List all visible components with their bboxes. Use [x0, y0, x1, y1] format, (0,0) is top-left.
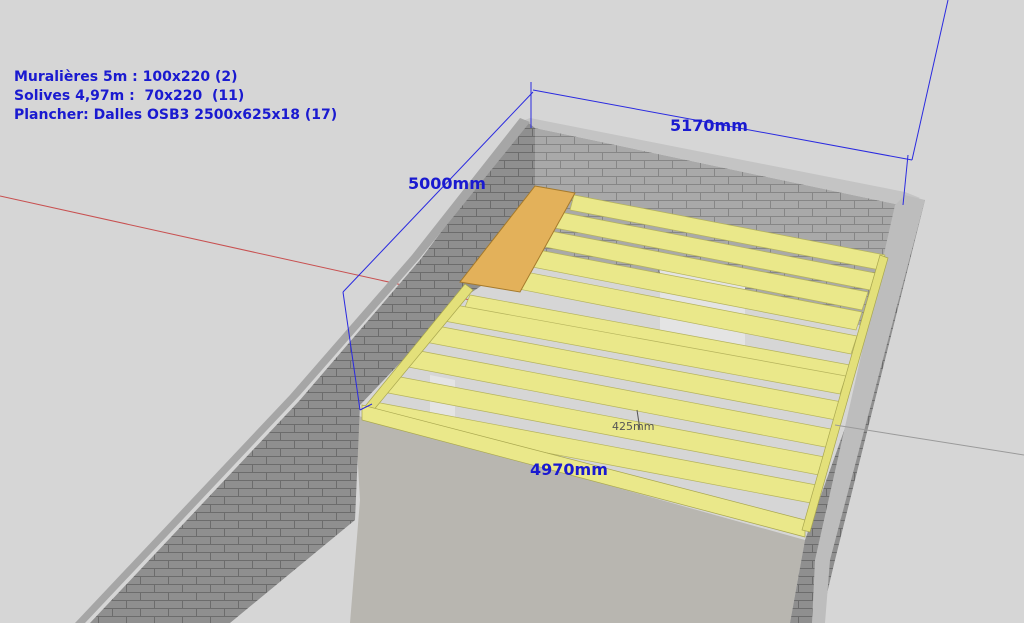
- dimension-width-front: 4970mm: [530, 460, 608, 479]
- dimension-width-top: 5170mm: [670, 116, 748, 135]
- materials-legend: Muralières 5m : 100x220 (2) Solives 4,97…: [14, 68, 337, 125]
- legend-line-plancher: Plancher: Dalles OSB3 2500x625x18 (17): [14, 107, 338, 123]
- legend-line-muralieres: Muralières 5m : 100x220 (2): [14, 69, 238, 85]
- legend-line-solives: Solives 4,97m : 70x220 (11): [14, 88, 245, 104]
- dimension-depth-left: 5000mm: [408, 174, 486, 193]
- dimension-spacing: 425mm: [612, 420, 655, 433]
